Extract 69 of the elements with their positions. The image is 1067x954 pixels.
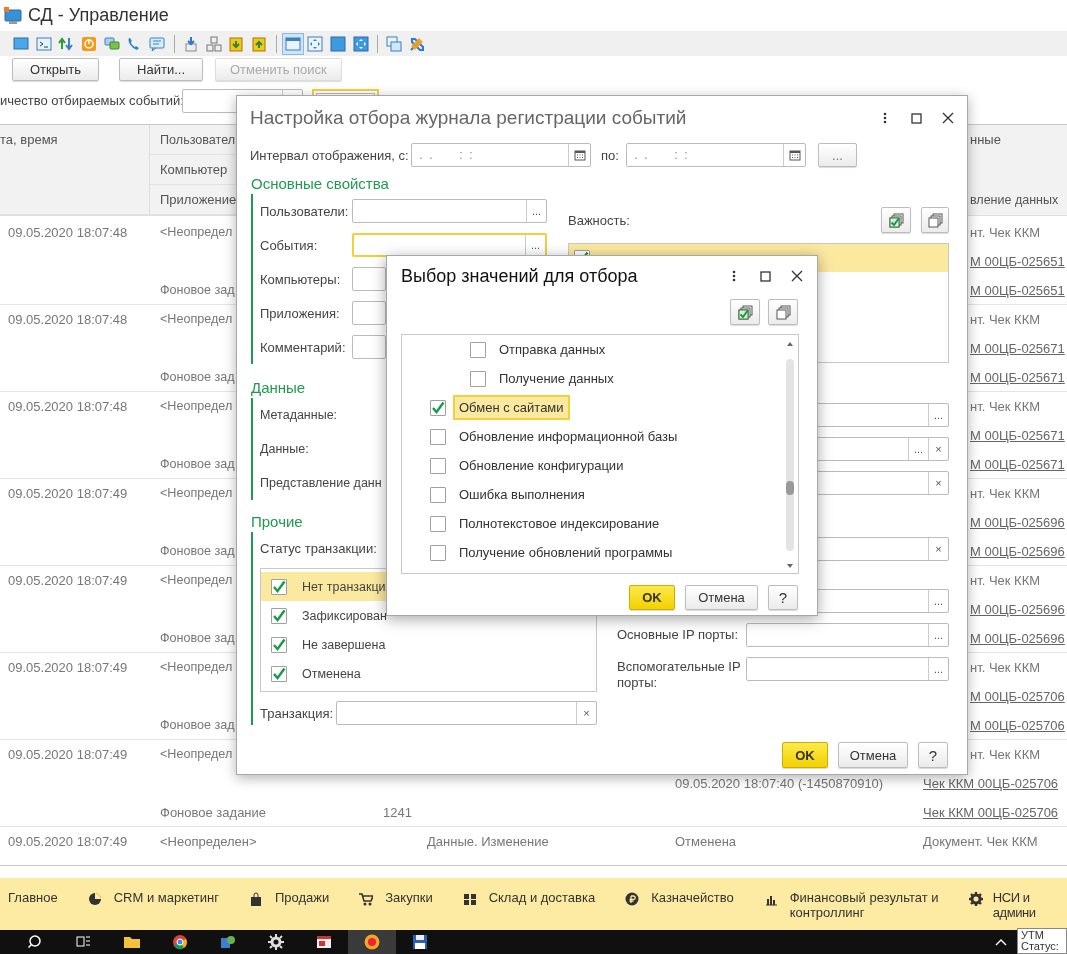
- event-name: Данные. Изменение: [427, 833, 549, 851]
- application-name: Фоновое зад: [160, 369, 235, 386]
- dialog-title: Выбор значений для отбора: [401, 265, 638, 287]
- application-name: Фоновое зад: [160, 282, 235, 299]
- field-label: Данные:: [260, 442, 309, 456]
- application-name: Фоновое зад: [160, 456, 235, 473]
- item-label: Отменена: [302, 666, 361, 681]
- field-label: Статус транзакции:: [260, 540, 377, 556]
- field-label: Приложения:: [260, 305, 341, 321]
- user-name: <Неопредел: [160, 485, 233, 502]
- event-date: 09.05.2020 18:07:48: [8, 224, 128, 242]
- data-text: нт. Чек ККМ: [970, 398, 1041, 416]
- column-header: Пользовател: [160, 132, 236, 149]
- field-label: Транзакция:: [260, 705, 335, 721]
- field-label: Комментарий:: [260, 339, 347, 355]
- field-label: по:: [601, 147, 620, 163]
- user-name: <Неопределен>: [160, 833, 257, 851]
- section-heading: Данные: [251, 378, 306, 398]
- user-name: <Неопредел: [160, 659, 233, 676]
- field-label: Вспомогательные IP порты:: [617, 659, 742, 691]
- column-header: вление данных: [970, 192, 1059, 209]
- session-number: 1241: [383, 804, 412, 822]
- item-label: Нет транзакци: [302, 579, 386, 594]
- data-text: нт. Чек ККМ: [970, 572, 1041, 590]
- data-text: Документ. Чек ККМ: [923, 833, 1038, 851]
- data-text: нт. Чек ККМ: [970, 659, 1041, 677]
- transaction-info: 09.05.2020 18:07:40 (-1450870910): [675, 775, 884, 793]
- item-label: Зафиксирован: [302, 608, 387, 623]
- application-name: Фоновое зад: [160, 717, 235, 734]
- application-name: Фоновое зад: [160, 630, 235, 647]
- event-date: 09.05.2020 18:07:49: [8, 833, 128, 851]
- event-date: 09.05.2020 18:07:49: [8, 746, 128, 764]
- section-heading: Прочие: [251, 512, 303, 532]
- event-date: 09.05.2020 18:07:49: [8, 485, 128, 503]
- data-text: нт. Чек ККМ: [970, 311, 1041, 329]
- data-text: нт. Чек ККМ: [970, 485, 1041, 503]
- window-title: СД - Управление: [28, 5, 169, 26]
- user-name: <Неопредел: [160, 224, 233, 241]
- event-date: 09.05.2020 18:07:48: [8, 311, 128, 329]
- field-label: Основные IP порты:: [617, 627, 740, 643]
- tooltip-text: Статус:: [1021, 941, 1060, 952]
- field-label: Пользователи:: [260, 203, 350, 219]
- event-date: 09.05.2020 18:07:48: [8, 398, 128, 416]
- data-text: нт. Чек ККМ: [970, 746, 1041, 764]
- data-text: нт. Чек ККМ: [970, 224, 1041, 242]
- application-name: Фоновое зад: [160, 543, 235, 560]
- column-header: нные: [970, 131, 1001, 149]
- user-name: <Неопредел: [160, 311, 233, 328]
- field-label: Интервал отображения, с:: [250, 147, 410, 163]
- item-label: Не завершена: [302, 637, 386, 652]
- application-name: Фоновое задание: [160, 804, 267, 822]
- column-header: Приложение: [160, 191, 237, 209]
- column-header: та, время: [0, 131, 58, 149]
- user-name: <Неопредел: [160, 746, 233, 763]
- field-label: Важность:: [568, 212, 631, 228]
- event-date: 09.05.2020 18:07:49: [8, 572, 128, 590]
- field-label: ичество отбираемых событий:: [0, 92, 182, 110]
- event-date: 09.05.2020 18:07:49: [8, 659, 128, 677]
- section-heading: Основные свойства: [251, 174, 389, 194]
- field-label: Компьютеры:: [260, 271, 342, 287]
- dialog-title: Настройка отбора журнала регистрации событий: [250, 107, 687, 129]
- user-name: <Неопредел: [160, 398, 233, 415]
- tooltip-title: УТМ: [1021, 930, 1045, 941]
- field-label: Представление данн: [260, 476, 382, 490]
- field-label: Метаданные:: [260, 408, 338, 422]
- column-header: Компьютер: [160, 161, 228, 179]
- field-label: События:: [260, 237, 319, 253]
- user-name: <Неопредел: [160, 572, 233, 589]
- transaction-status: Отменена: [675, 833, 737, 851]
